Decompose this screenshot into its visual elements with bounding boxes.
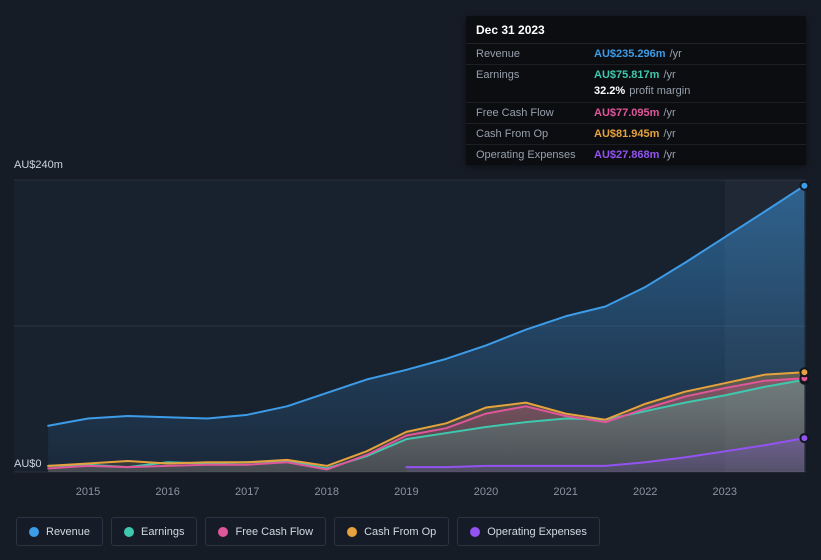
tooltip-label: Cash From Op xyxy=(476,128,549,140)
chart-tooltip: Dec 31 2023 Revenue AU$235.296m/yr Earni… xyxy=(466,16,806,165)
tooltip-row-revenue: Revenue AU$235.296m/yr xyxy=(466,44,806,64)
earnings-revenue-history-panel: 2015 2016 2017 2018 2019 2020 2021 2022 2023 AU$… xyxy=(0,0,821,560)
svg-text:2016: 2016 xyxy=(155,486,179,498)
legend-item-cash-from-op[interactable]: Cash From Op xyxy=(334,517,450,546)
legend-item-free-cash-flow[interactable]: Free Cash Flow xyxy=(205,517,327,546)
tooltip-label: Earnings xyxy=(476,69,520,81)
y-axis-min-label: AU$0 xyxy=(14,458,42,470)
tooltip-value: AU$77.095m/yr xyxy=(594,107,676,119)
svg-text:2018: 2018 xyxy=(315,486,339,498)
svg-text:2023: 2023 xyxy=(713,486,737,498)
legend-item-earnings[interactable]: Earnings xyxy=(111,517,198,546)
tooltip-value: AU$235.296m/yr xyxy=(594,48,682,60)
legend-label: Operating Expenses xyxy=(487,525,587,538)
chart-legend: Revenue Earnings Free Cash Flow Cash Fro… xyxy=(16,517,600,546)
legend-item-operating-expenses[interactable]: Operating Expenses xyxy=(457,517,600,546)
svg-text:2022: 2022 xyxy=(633,486,657,498)
tooltip-value: 32.2% profit margin xyxy=(594,85,691,97)
tooltip-label: Revenue xyxy=(476,48,521,60)
tooltip-row-operating-expenses: Operating Expenses AU$27.868m/yr xyxy=(466,144,806,165)
svg-text:2015: 2015 xyxy=(76,486,100,498)
svg-text:2019: 2019 xyxy=(394,486,418,498)
tooltip-label: Operating Expenses xyxy=(476,149,576,161)
tooltip-value: AU$75.817m/yr xyxy=(594,69,676,81)
earnings-dot-icon xyxy=(124,526,135,537)
tooltip-row-earnings: Earnings AU$75.817m/yr xyxy=(466,64,806,85)
y-axis-max-label: AU$240m xyxy=(14,159,63,171)
tooltip-row-free-cash-flow: Free Cash Flow AU$77.095m/yr xyxy=(466,102,806,123)
svg-text:2021: 2021 xyxy=(553,486,577,498)
operating-expenses-dot-icon xyxy=(470,526,481,537)
svg-text:2020: 2020 xyxy=(474,486,498,498)
legend-label: Earnings xyxy=(141,525,185,538)
legend-label: Cash From Op xyxy=(364,525,437,538)
revenue-dot-icon xyxy=(29,526,39,537)
free-cash-flow-dot-icon xyxy=(218,526,229,537)
tooltip-date: Dec 31 2023 xyxy=(466,16,806,44)
tooltip-row-profit-margin: 32.2% profit margin xyxy=(466,85,806,102)
tooltip-row-cash-from-op: Cash From Op AU$81.945m/yr xyxy=(466,123,806,144)
tooltip-label: Free Cash Flow xyxy=(476,107,554,119)
svg-text:2017: 2017 xyxy=(235,486,259,498)
legend-item-revenue[interactable]: Revenue xyxy=(16,517,104,546)
legend-label: Revenue xyxy=(46,525,91,538)
tooltip-value: AU$27.868m/yr xyxy=(594,149,676,161)
legend-label: Free Cash Flow xyxy=(235,525,314,538)
tooltip-value: AU$81.945m/yr xyxy=(594,128,676,140)
cash-from-op-dot-icon xyxy=(347,526,358,537)
